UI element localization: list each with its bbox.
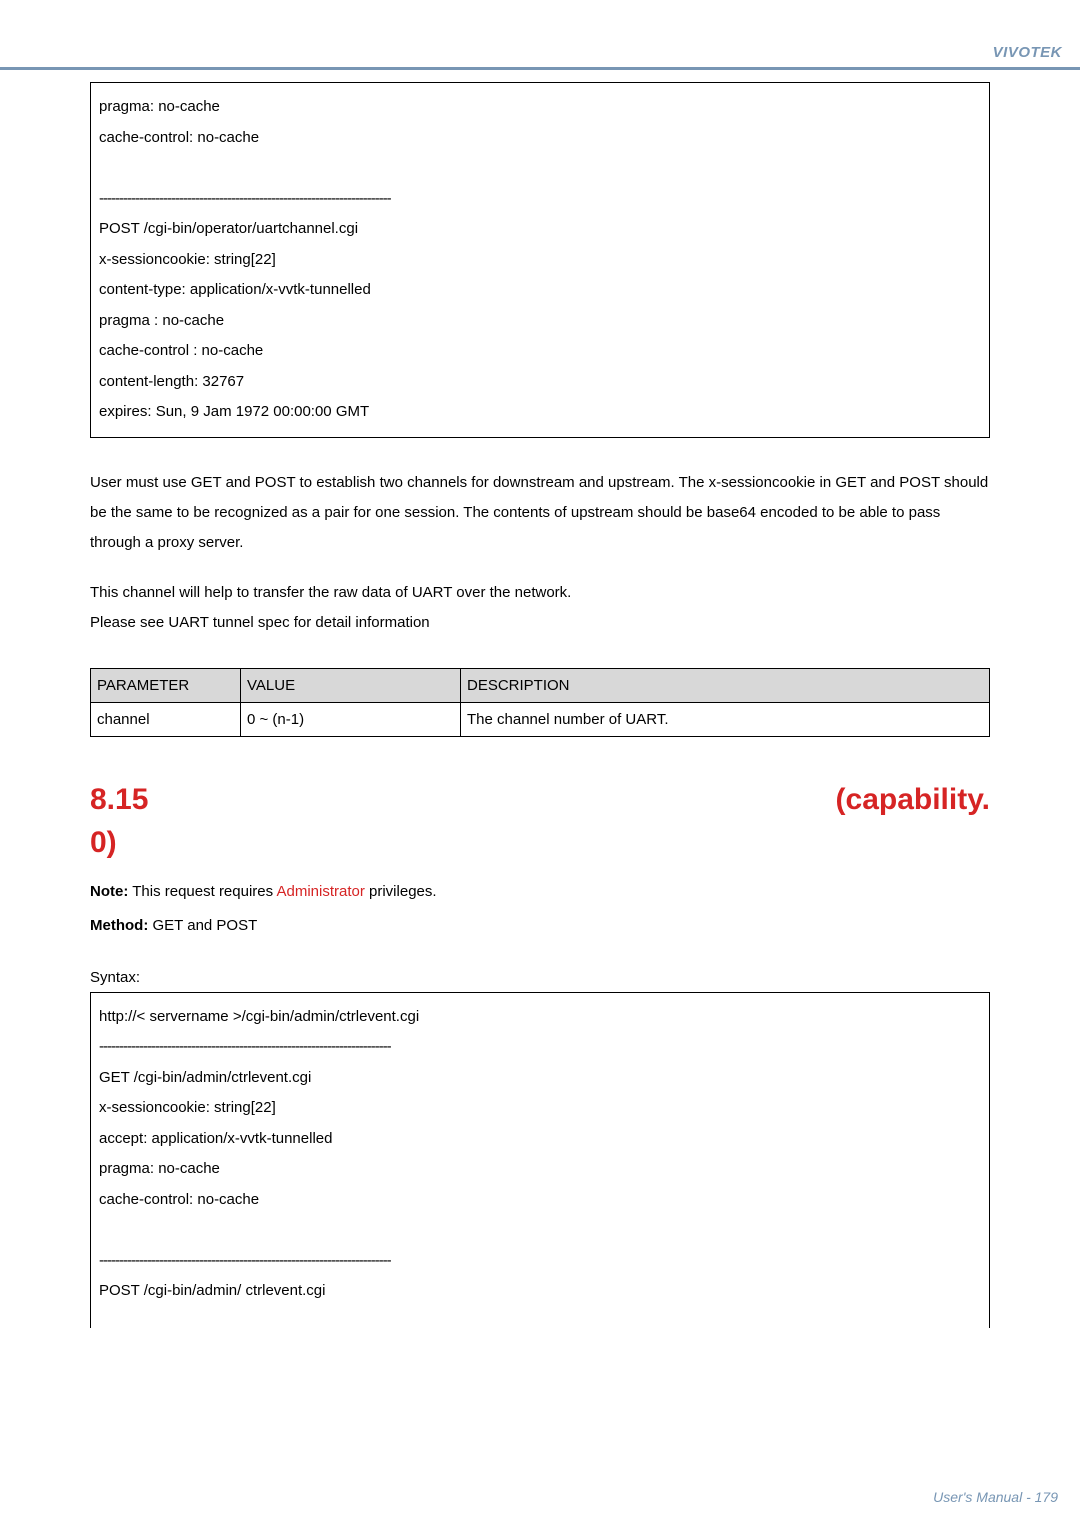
method-value: GET and POST [153, 917, 258, 934]
para2-line2: Please see UART tunnel spec for detail i… [90, 614, 430, 631]
note-prefix: Note: [90, 883, 128, 900]
paragraph-explanation-1: User must use GET and POST to establish … [90, 468, 990, 558]
method-line: Method: GET and POST [90, 911, 990, 941]
table-header-value: VALUE [241, 668, 461, 702]
section-capability: (capability. [836, 783, 990, 816]
page-header: VIVOTEK [0, 0, 1080, 70]
page-content: pragma: no-cache cache-control: no-cache… [0, 70, 1080, 1328]
method-label: Method: [90, 917, 148, 934]
para2-line1: This channel will help to transfer the r… [90, 584, 571, 601]
table-cell-value: 0 ~ (n-1) [241, 702, 461, 736]
note-mid2: privileges. [369, 883, 437, 900]
code-line: pragma : no-cache [99, 307, 981, 336]
separator-line: ----------------------------------------… [99, 1247, 981, 1276]
code-line: POST /cgi-bin/operator/uartchannel.cgi [99, 215, 981, 244]
table-header-parameter: PARAMETER [91, 668, 241, 702]
section-suffix: 0) [90, 826, 990, 859]
code-line: pragma: no-cache [99, 1155, 981, 1184]
code-line: GET /cgi-bin/admin/ctrlevent.cgi [99, 1064, 981, 1093]
code-line: content-type: application/x-vvtk-tunnell… [99, 276, 981, 305]
note-admin: Administrator [276, 883, 364, 900]
http-block-1: pragma: no-cache cache-control: no-cache… [90, 82, 990, 438]
code-line: cache-control: no-cache [99, 1186, 981, 1215]
code-line: POST /cgi-bin/admin/ ctrlevent.cgi [99, 1277, 981, 1306]
paragraph-explanation-2: This channel will help to transfer the r… [90, 578, 990, 638]
brand-text: VIVOTEK [993, 44, 1062, 61]
parameter-table: PARAMETER VALUE DESCRIPTION channel 0 ~ … [90, 668, 990, 737]
separator-line: ----------------------------------------… [99, 185, 981, 214]
code-line: cache-control: no-cache [99, 124, 981, 153]
code-line: pragma: no-cache [99, 93, 981, 122]
table-header-description: DESCRIPTION [461, 668, 990, 702]
code-line: cache-control : no-cache [99, 337, 981, 366]
table-cell-description: The channel number of UART. [461, 702, 990, 736]
page-container: VIVOTEK pragma: no-cache cache-control: … [0, 0, 1080, 1527]
code-line: x-sessioncookie: string[22] [99, 1094, 981, 1123]
note-mid1: This request requires [132, 883, 276, 900]
page-footer: User's Manual - 179 [933, 1489, 1058, 1505]
table-cell-parameter: channel [91, 702, 241, 736]
code-line: content-length: 32767 [99, 368, 981, 397]
note-line: Note: This request requires Administrato… [90, 877, 990, 907]
code-line: http://< servername >/cgi-bin/admin/ctrl… [99, 1003, 981, 1032]
syntax-label: Syntax: [90, 969, 990, 986]
separator-line: ----------------------------------------… [99, 1033, 981, 1062]
http-block-2: http://< servername >/cgi-bin/admin/ctrl… [90, 992, 990, 1328]
section-number: 8.15 [90, 783, 148, 816]
table-header-row: PARAMETER VALUE DESCRIPTION [91, 668, 990, 702]
section-title-row: 8.15 (capability. [90, 783, 990, 816]
code-line: accept: application/x-vvtk-tunnelled [99, 1125, 981, 1154]
code-line: x-sessioncookie: string[22] [99, 246, 981, 275]
code-line: expires: Sun, 9 Jam 1972 00:00:00 GMT [99, 398, 981, 427]
table-row: channel 0 ~ (n-1) The channel number of … [91, 702, 990, 736]
